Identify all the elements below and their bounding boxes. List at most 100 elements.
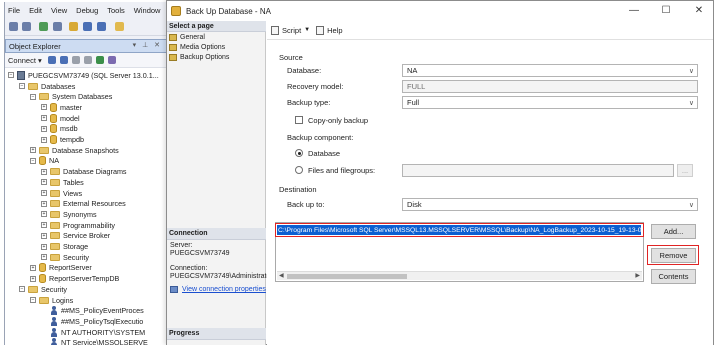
save-all-icon[interactable] — [97, 22, 106, 31]
horizontal-scrollbar[interactable]: ◀ ▶ — [277, 271, 642, 280]
maximize-button[interactable]: ☐ — [658, 3, 674, 17]
refresh-icon[interactable] — [95, 56, 104, 64]
tree-node[interactable]: + External Resources — [41, 198, 126, 209]
tree-node[interactable]: + Security — [41, 252, 89, 263]
save-icon[interactable] — [83, 22, 92, 31]
page-general[interactable]: General — [169, 32, 205, 42]
expand-icon[interactable]: + — [41, 243, 47, 250]
open-file-icon[interactable] — [69, 22, 78, 31]
expand-icon[interactable]: + — [41, 254, 47, 261]
database-radio-label: Database — [308, 149, 341, 158]
tree-node[interactable]: − Databases — [19, 81, 75, 92]
script-icon — [271, 25, 279, 35]
new-query-icon[interactable] — [115, 22, 124, 31]
menu-debug[interactable]: Debug — [76, 6, 98, 15]
expand-icon[interactable]: + — [41, 232, 47, 239]
menu-window[interactable]: Window — [134, 6, 161, 15]
database-backup-icon — [171, 6, 181, 16]
tree-node[interactable]: + tempdb — [41, 134, 84, 145]
tree-node[interactable]: ##MS_PolicyEventProces — [41, 305, 144, 316]
expand-icon[interactable]: + — [41, 104, 47, 111]
forward-icon[interactable] — [22, 22, 31, 31]
tree-node[interactable]: + Service Broker — [41, 231, 110, 242]
minimize-button[interactable]: — — [626, 3, 642, 17]
expand-icon[interactable]: + — [41, 136, 47, 143]
page-backup-options-label: Backup Options — [180, 53, 230, 61]
page-media-options[interactable]: Media Options — [169, 42, 225, 52]
help-button[interactable]: Help — [316, 25, 343, 35]
tree-node[interactable]: − System Databases — [30, 91, 112, 102]
collapse-icon[interactable]: − — [30, 297, 36, 304]
expand-icon[interactable]: + — [41, 190, 47, 197]
expand-icon[interactable]: + — [30, 264, 36, 271]
collapse-icon[interactable]: − — [19, 286, 25, 293]
tree-node[interactable]: + Tables — [41, 177, 84, 188]
back-up-to-combo[interactable]: Disk ∨ — [402, 198, 698, 211]
tree-node[interactable]: + Programmability — [41, 220, 115, 231]
menu-view[interactable]: View — [51, 6, 67, 15]
scroll-right-icon[interactable]: ▶ — [635, 272, 640, 279]
menu-tools[interactable]: Tools — [107, 6, 125, 15]
expand-icon[interactable]: + — [41, 211, 47, 218]
chevron-down-icon: ▼ — [304, 27, 311, 33]
collapse-icon[interactable]: − — [8, 72, 14, 79]
tree-node-label: Storage — [63, 242, 89, 252]
expand-icon[interactable]: + — [30, 275, 36, 282]
script-button[interactable]: Script ▼ — [271, 25, 311, 35]
back-icon[interactable] — [9, 22, 18, 31]
activity-monitor-icon[interactable] — [107, 56, 116, 64]
copy-only-checkbox[interactable] — [295, 116, 303, 124]
tree-node[interactable]: NT Service\MSSQLSERVE — [41, 338, 148, 345]
database-value: NA — [407, 66, 418, 75]
collapse-icon[interactable]: − — [30, 157, 36, 164]
filter-icon[interactable] — [83, 56, 92, 64]
tree-node[interactable]: + ReportServerTempDB — [30, 273, 119, 284]
expand-icon[interactable]: + — [41, 125, 47, 132]
tree-node[interactable]: − Security — [19, 284, 67, 295]
expand-icon[interactable]: + — [30, 147, 36, 154]
scroll-left-icon[interactable]: ◀ — [279, 272, 284, 279]
connect-button[interactable]: Connect ▾ — [8, 56, 42, 65]
disconnect-icon[interactable] — [59, 56, 68, 64]
tree-node[interactable]: − NA — [30, 156, 59, 167]
panel-pin-icons[interactable]: ▾ ⊥ ✕ — [133, 41, 162, 49]
expand-icon[interactable]: + — [41, 200, 47, 207]
connect-icon[interactable] — [47, 56, 56, 64]
tree-node[interactable]: + Views — [41, 188, 82, 199]
browse-files-button[interactable]: ... — [677, 164, 693, 177]
tree-node[interactable]: NT AUTHORITY\SYSTEM — [41, 327, 145, 338]
stop-icon[interactable] — [71, 56, 80, 64]
tree-node[interactable]: + Database Diagrams — [41, 166, 127, 177]
tree-node[interactable]: ##MS_PolicyTsqlExecutio — [41, 316, 143, 327]
menu-file[interactable]: File — [8, 6, 20, 15]
tree-node[interactable]: + Database Snapshots — [30, 145, 119, 156]
open-icon[interactable] — [53, 22, 62, 31]
add-button[interactable]: Add... — [651, 224, 696, 239]
view-connection-properties-link[interactable]: View connection properties — [170, 286, 266, 293]
tree-node[interactable]: + ReportServer — [30, 263, 92, 274]
expand-icon[interactable]: + — [41, 168, 47, 175]
tree-node-label: ReportServer — [49, 263, 92, 273]
new-project-icon[interactable] — [39, 22, 48, 31]
database-radio[interactable] — [295, 149, 303, 157]
menu-edit[interactable]: Edit — [29, 6, 42, 15]
tree-node[interactable]: − Logins — [30, 295, 73, 306]
scrollbar-thumb[interactable] — [287, 274, 407, 279]
expand-icon[interactable]: + — [41, 222, 47, 229]
collapse-icon[interactable]: − — [30, 93, 36, 100]
tree-node[interactable]: + Synonyms — [41, 209, 97, 220]
tree-node[interactable]: + master — [41, 102, 82, 113]
database-combo[interactable]: NA ∨ — [402, 64, 698, 77]
tree-node[interactable]: + msdb — [41, 124, 78, 135]
tree-node[interactable]: − PUEGCSVM73749 (SQL Server 13.0.1... — [8, 70, 159, 81]
close-button[interactable]: ✕ — [691, 3, 707, 17]
tree-node[interactable]: + model — [41, 113, 80, 124]
collapse-icon[interactable]: − — [19, 83, 25, 90]
contents-button[interactable]: Contents — [651, 269, 696, 284]
backup-type-combo[interactable]: Full ∨ — [402, 96, 698, 109]
page-backup-options[interactable]: Backup Options — [169, 52, 229, 62]
expand-icon[interactable]: + — [41, 115, 47, 122]
files-filegroups-radio[interactable] — [295, 166, 303, 174]
tree-node[interactable]: + Storage — [41, 241, 88, 252]
expand-icon[interactable]: + — [41, 179, 47, 186]
